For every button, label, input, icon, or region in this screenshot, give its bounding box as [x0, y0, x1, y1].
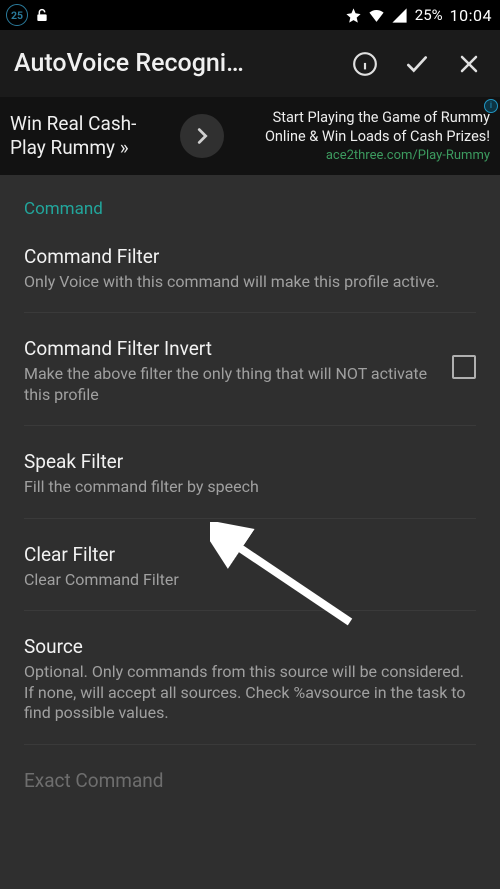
row-exact-command[interactable]: Exact Command — [24, 769, 476, 816]
ad-right: Start Playing the Game of RummyOnline & … — [224, 109, 490, 162]
row-clear-filter[interactable]: Clear Filter Clear Command Filter — [24, 543, 476, 611]
row-title: Speak Filter — [24, 450, 476, 473]
row-title: Clear Filter — [24, 543, 476, 566]
status-bar: 25 25% 10:04 — [0, 0, 500, 30]
ad-arrow-icon — [180, 114, 224, 158]
confirm-icon[interactable] — [404, 51, 430, 77]
notification-badge: 25 — [6, 4, 28, 26]
header-actions — [352, 51, 482, 77]
row-title: Source — [24, 635, 476, 658]
row-command-filter[interactable]: Command Filter Only Voice with this comm… — [24, 245, 476, 313]
signal-icon — [391, 7, 408, 24]
content: Command Command Filter Only Voice with t… — [0, 175, 500, 816]
row-title: Exact Command — [24, 769, 476, 792]
row-sub: Clear Command Filter — [24, 570, 476, 590]
row-speak-filter[interactable]: Speak Filter Fill the command filter by … — [24, 450, 476, 518]
status-right: 25% 10:04 — [345, 6, 492, 25]
close-icon[interactable] — [456, 51, 482, 77]
section-header-command: Command — [24, 199, 476, 219]
row-sub: Optional. Only commands from this source… — [24, 662, 476, 723]
row-title: Command Filter — [24, 245, 476, 268]
row-sub: Make the above filter the only thing tha… — [24, 364, 436, 405]
row-sub: Fill the command filter by speech — [24, 477, 476, 497]
ad-info-icon[interactable]: i — [484, 99, 498, 113]
row-source[interactable]: Source Optional. Only commands from this… — [24, 635, 476, 744]
ad-left: Win Real Cash-Play Rummy » — [10, 112, 174, 160]
battery-level: 25% — [415, 6, 443, 24]
info-icon[interactable] — [352, 51, 378, 77]
ad-body: Start Playing the Game of RummyOnline & … — [230, 109, 490, 145]
star-icon — [345, 7, 362, 24]
ad-banner[interactable]: Win Real Cash-Play Rummy » Start Playing… — [0, 97, 500, 175]
row-title: Command Filter Invert — [24, 337, 436, 360]
page-title: AutoVoice Recogni… — [14, 49, 352, 78]
status-left: 25 — [6, 4, 50, 26]
clock: 10:04 — [450, 6, 492, 25]
ad-headline: Win Real Cash-Play Rummy » — [10, 112, 174, 160]
ad-link-text: ace2three.com/Play-Rummy — [230, 148, 490, 163]
app-header: AutoVoice Recogni… — [0, 30, 500, 97]
row-command-filter-invert[interactable]: Command Filter Invert Make the above fil… — [24, 337, 476, 426]
unlock-icon — [34, 7, 50, 23]
checkbox[interactable] — [452, 355, 476, 379]
row-sub: Only Voice with this command will make t… — [24, 272, 476, 292]
wifi-icon — [367, 7, 386, 24]
